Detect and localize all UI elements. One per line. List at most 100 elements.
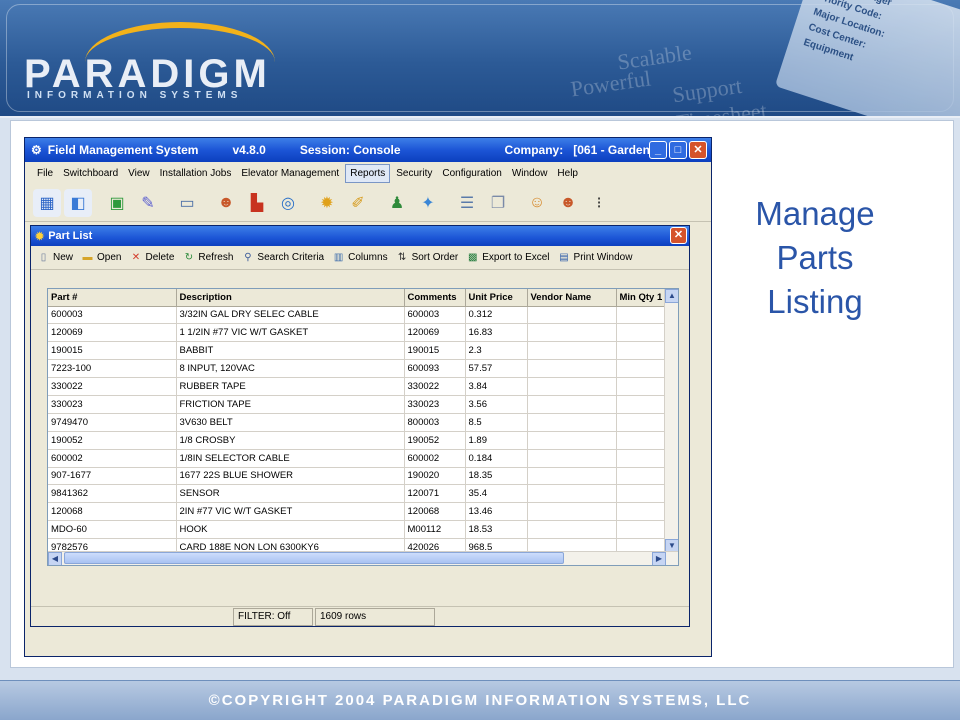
cell-min-qty[interactable] [616, 467, 667, 486]
cell-part-number[interactable]: 190052 [48, 431, 177, 450]
cell-min-qty[interactable] [616, 395, 667, 414]
cell-unit-price[interactable]: 16.83 [465, 323, 528, 343]
cell-comments[interactable]: 120071 [404, 484, 466, 504]
cell-vendor-name[interactable] [527, 323, 617, 343]
cell-description[interactable]: HOOK [176, 520, 405, 540]
refresh-button[interactable]: ↻ Refresh [182, 251, 234, 264]
cell-unit-price[interactable]: 3.56 [465, 395, 528, 414]
documents-icon[interactable]: ❐ [484, 189, 512, 217]
cell-part-number[interactable]: MDO-60 [48, 520, 177, 540]
cell-description[interactable]: 3/32IN GAL DRY SELEC CABLE [176, 306, 405, 325]
cell-min-qty[interactable] [616, 341, 667, 361]
column-header-unit-price[interactable]: Unit Price [465, 289, 528, 307]
cell-part-number[interactable]: 330022 [48, 377, 177, 396]
menu-reports[interactable]: Reports [345, 163, 391, 183]
cell-unit-price[interactable]: 0.184 [465, 449, 528, 468]
cell-part-number[interactable]: 600002 [48, 449, 177, 468]
table-row[interactable]: MDO-60 HOOK M00112 18.53 [48, 520, 667, 540]
cell-description[interactable]: BABBIT [176, 341, 405, 361]
menu-security[interactable]: Security [392, 165, 436, 182]
delete-button[interactable]: ✕ Delete [129, 251, 175, 264]
scroll-up-button[interactable]: ▲ [665, 289, 678, 303]
edit-pencil-icon[interactable]: ✐ [344, 189, 372, 217]
lightbulb-icon[interactable]: ✦ [414, 189, 442, 217]
table-row[interactable]: 190015 BABBIT 190015 2.3 [48, 341, 667, 361]
cell-comments[interactable]: 190020 [404, 467, 466, 486]
table-row[interactable]: 7223-100 8 INPUT, 120VAC 600093 57.57 [48, 359, 667, 379]
print-window-button[interactable]: ▤ Print Window [558, 251, 632, 264]
cell-part-number[interactable]: 330023 [48, 395, 177, 414]
table-row[interactable]: 330022 RUBBER TAPE 330022 3.84 [48, 377, 667, 396]
cell-comments[interactable]: 120068 [404, 502, 466, 522]
scroll-left-button[interactable]: ◀ [48, 552, 62, 565]
horizontal-scroll-thumb[interactable] [64, 552, 564, 564]
horizontal-scrollbar[interactable]: ◀ ▶ [48, 551, 678, 565]
cell-vendor-name[interactable] [527, 502, 617, 522]
cell-description[interactable]: 1 1/2IN #77 VIC W/T GASKET [176, 323, 405, 343]
table-row[interactable]: 190052 1/8 CROSBY 190052 1.89 [48, 431, 667, 450]
menu-installation-jobs[interactable]: Installation Jobs [156, 165, 236, 182]
cell-comments[interactable]: 330023 [404, 395, 466, 414]
cell-comments[interactable]: M00112 [404, 520, 466, 540]
cell-min-qty[interactable] [616, 449, 667, 468]
scroll-right-button[interactable]: ▶ [652, 552, 666, 565]
cell-vendor-name[interactable] [527, 341, 617, 361]
cell-part-number[interactable]: 7223-100 [48, 359, 177, 379]
cell-min-qty[interactable] [616, 520, 667, 540]
cell-comments[interactable]: 120069 [404, 323, 466, 343]
cell-description[interactable]: 1/8IN SELECTOR CABLE [176, 449, 405, 468]
cell-min-qty[interactable] [616, 484, 667, 504]
tools-icon[interactable]: ✎ [134, 189, 162, 217]
cell-description[interactable]: 2IN #77 VIC W/T GASKET [176, 502, 405, 522]
contacts-icon[interactable]: ◧ [64, 188, 92, 217]
traffic-light-icon[interactable]: ⁝ [585, 189, 613, 217]
cell-unit-price[interactable]: 2.3 [465, 341, 528, 361]
cell-comments[interactable]: 190015 [404, 341, 466, 361]
table-row[interactable]: 120068 2IN #77 VIC W/T GASKET 120068 13.46 [48, 502, 667, 522]
cell-unit-price[interactable]: 0.312 [465, 306, 528, 325]
user-icon[interactable]: ♟ [383, 189, 411, 217]
cell-min-qty[interactable] [616, 323, 667, 343]
table-row[interactable]: 330023 FRICTION TAPE 330023 3.56 [48, 395, 667, 414]
minimize-button[interactable]: _ [649, 141, 667, 159]
cell-vendor-name[interactable] [527, 359, 617, 379]
cell-comments[interactable]: 600002 [404, 449, 466, 468]
menu-configuration[interactable]: Configuration [438, 165, 505, 182]
table-row[interactable]: 9841362 SENSOR 120071 35.4 [48, 484, 667, 504]
menu-file[interactable]: File [33, 165, 57, 182]
cell-unit-price[interactable]: 1.89 [465, 431, 528, 450]
vertical-scrollbar[interactable]: ▲ ▼ [664, 289, 678, 553]
column-header-min-qty[interactable]: Min Qty 1 [616, 289, 667, 307]
cell-description[interactable]: 3V630 BELT [176, 413, 405, 432]
cell-description[interactable]: SENSOR [176, 484, 405, 504]
table-row[interactable]: 9749470 3V630 BELT 800003 8.5 [48, 413, 667, 432]
cell-part-number[interactable]: 600003 [48, 306, 177, 325]
column-header-description[interactable]: Description [176, 289, 405, 307]
cell-vendor-name[interactable] [527, 467, 617, 486]
parts-grid[interactable]: Part # Description Comments Unit Price V… [47, 288, 679, 566]
cell-min-qty[interactable] [616, 306, 667, 325]
cell-part-number[interactable]: 190015 [48, 341, 177, 361]
columns-button[interactable]: ▥ Columns [332, 251, 388, 264]
cell-unit-price[interactable]: 13.46 [465, 502, 528, 522]
menu-view[interactable]: View [124, 165, 154, 182]
cell-description[interactable]: RUBBER TAPE [176, 377, 405, 396]
table-row[interactable]: 120069 1 1/2IN #77 VIC W/T GASKET 120069 16… [48, 323, 667, 343]
cell-min-qty[interactable] [616, 413, 667, 432]
part-list-close-button[interactable]: ✕ [670, 227, 687, 244]
cell-part-number[interactable]: 120068 [48, 502, 177, 522]
person-icon[interactable]: ☺ [523, 189, 551, 217]
cell-unit-price[interactable]: 35.4 [465, 484, 528, 504]
cell-description[interactable]: 1677 22S BLUE SHOWER [176, 467, 405, 486]
cell-unit-price[interactable]: 18.35 [465, 467, 528, 486]
cell-unit-price[interactable]: 3.84 [465, 377, 528, 396]
export-excel-button[interactable]: ▩ Export to Excel [466, 251, 550, 264]
search-criteria-button[interactable]: ⚲ Search Criteria [241, 251, 324, 264]
sort-order-button[interactable]: ⇅ Sort Order [396, 251, 458, 264]
menu-elevator-management[interactable]: Elevator Management [237, 165, 343, 182]
cell-part-number[interactable]: 9749470 [48, 413, 177, 432]
elevator-icon[interactable]: ◎ [274, 189, 302, 217]
cell-part-number[interactable]: 120069 [48, 323, 177, 343]
settings-gear-icon[interactable]: ✹ [313, 189, 341, 217]
cell-vendor-name[interactable] [527, 395, 617, 414]
